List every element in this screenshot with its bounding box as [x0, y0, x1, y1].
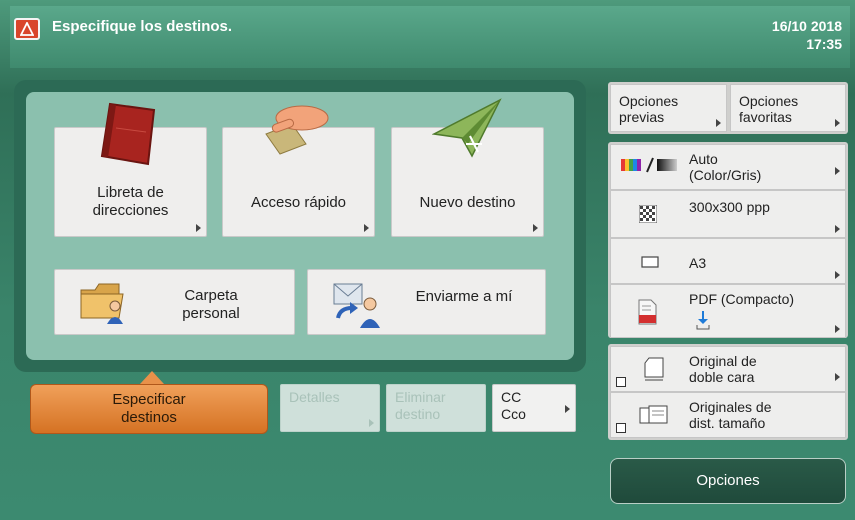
chevron-right-icon — [835, 373, 840, 381]
status-message: Especifique los destinos. — [52, 18, 233, 35]
specify-destinations-button[interactable]: Especificar destinos — [30, 384, 268, 434]
pdf-file-icon — [638, 299, 657, 325]
address-book-icon — [100, 102, 156, 166]
resolution-label: 300x300 ppp — [689, 199, 770, 215]
new-destination-label: Nuevo destino — [419, 194, 516, 211]
mixed-size-originals-button[interactable]: Originales de dist. tamaño — [610, 392, 846, 438]
warning-icon — [14, 18, 40, 40]
address-book-label: Libreta de direcciones — [92, 184, 169, 219]
cc-bcc-button[interactable]: CC Cco — [492, 384, 576, 432]
color-mode-icon — [621, 157, 677, 173]
folder-user-icon — [80, 283, 124, 324]
options-button[interactable]: Opciones — [610, 458, 846, 504]
previous-settings-button[interactable]: Opciones previas — [610, 84, 727, 132]
download-arrow-icon — [696, 311, 710, 330]
chevron-right-icon — [835, 225, 840, 233]
paper-size-label: A3 — [689, 255, 707, 271]
chevron-right-icon — [835, 325, 840, 333]
paper-plane-icon — [432, 98, 502, 158]
favorite-settings-button[interactable]: Opciones favoritas — [730, 84, 846, 132]
scan-send-screen: Especifique los destinos. 16/10 2018 17:… — [0, 0, 855, 520]
send-to-myself-button[interactable]: Enviarme a mí — [307, 269, 546, 335]
duplex-original-button[interactable]: Original de doble cara — [610, 346, 846, 392]
duplex-original-label: Original de doble cara — [689, 353, 757, 385]
chevron-right-icon — [835, 271, 840, 279]
details-button[interactable]: Detalles — [280, 384, 380, 432]
chevron-right-icon — [716, 119, 721, 127]
chevron-right-icon — [533, 224, 538, 232]
delete-destination-button[interactable]: Eliminar destino — [386, 384, 486, 432]
personal-folder-button[interactable]: Carpeta personal — [54, 269, 295, 335]
paper-size-icon — [641, 256, 659, 268]
mixed-size-originals-label: Originales de dist. tamaño — [689, 399, 772, 431]
chevron-right-icon — [369, 419, 374, 427]
hand-pointer-icon — [265, 105, 329, 155]
mixed-size-icon — [639, 405, 668, 424]
send-to-myself-label: Enviarme a mí — [415, 288, 513, 305]
chevron-right-icon — [196, 224, 201, 232]
resolution-button[interactable]: 300x300 ppp — [610, 190, 846, 238]
color-mode-button[interactable]: Auto (Color/Gris) — [610, 144, 846, 190]
chevron-right-icon — [565, 405, 570, 413]
file-format-label: PDF (Compacto) — [689, 291, 795, 307]
shortcut-mark-icon — [616, 377, 626, 387]
paper-size-button[interactable]: A3 — [610, 238, 846, 284]
resolution-icon — [639, 205, 657, 223]
shortcut-mark-icon — [616, 423, 626, 433]
file-format-button[interactable]: PDF (Compacto) — [610, 284, 846, 338]
specify-destinations-pointer — [140, 371, 164, 384]
send-self-icon — [333, 283, 380, 328]
chevron-right-icon — [835, 119, 840, 127]
time-display: 17:35 — [806, 36, 842, 52]
status-bar: Especifique los destinos. 16/10 2018 17:… — [10, 6, 850, 68]
quick-access-label: Acceso rápido — [250, 194, 347, 211]
personal-folder-label: Carpeta personal — [182, 287, 240, 322]
color-mode-label: Auto (Color/Gris) — [689, 151, 762, 183]
chevron-right-icon — [835, 167, 840, 175]
duplex-original-icon — [644, 357, 664, 381]
chevron-right-icon — [364, 224, 369, 232]
date-display: 16/10 2018 — [771, 18, 842, 34]
